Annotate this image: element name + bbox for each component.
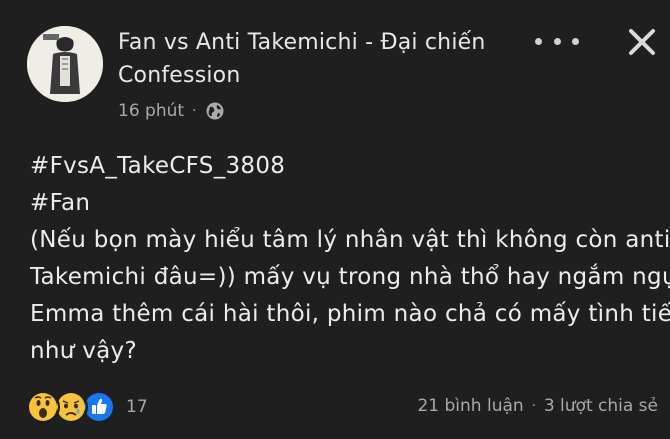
more-dot bbox=[535, 37, 542, 45]
more-dot bbox=[553, 37, 561, 45]
post-card: Fan vs Anti Takemichi - Đại chiến Confes… bbox=[0, 0, 670, 439]
post-text-line: (Nếu bọn mày hiểu tâm lý nhân vật thì kh… bbox=[30, 227, 670, 253]
post-body: #FvsA_TakeCFS_3808 #Fan (Nếu bọn mày hiể… bbox=[30, 148, 670, 370]
group-name-link[interactable]: Fan vs Anti Takemichi - Đại chiến Confes… bbox=[118, 26, 528, 92]
post-footer: 17 21 bình luận · 3 lượt chia sẻ bbox=[0, 390, 670, 430]
post-text-line: như vậy? bbox=[30, 338, 137, 364]
globe-icon[interactable] bbox=[205, 101, 225, 121]
reactions-summary[interactable]: 17 bbox=[26, 390, 148, 424]
more-options-button[interactable] bbox=[535, 28, 579, 54]
post-time[interactable]: 16 phút bbox=[118, 101, 184, 121]
post-hashtag[interactable]: #FvsA_TakeCFS_3808 bbox=[30, 148, 660, 185]
post-text-line: Emma thêm cái hài thôi, phim nào chả có … bbox=[30, 301, 670, 327]
post-hashtag[interactable]: #Fan bbox=[30, 185, 660, 222]
reaction-count: 17 bbox=[126, 397, 148, 417]
avatar-image bbox=[27, 26, 103, 102]
comments-link[interactable]: 21 bình luận bbox=[417, 396, 523, 416]
post-stats: 21 bình luận · 3 lượt chia sẻ bbox=[417, 396, 658, 416]
close-icon[interactable] bbox=[622, 22, 662, 62]
meta-separator: · bbox=[192, 103, 197, 119]
post-text-line: Takemichi đâu=)) mấy vụ trong nhà thổ ha… bbox=[30, 264, 670, 290]
group-avatar[interactable] bbox=[27, 26, 103, 102]
wow-reaction-icon bbox=[26, 390, 60, 424]
shares-link[interactable]: 3 lượt chia sẻ bbox=[544, 396, 658, 416]
stats-separator: · bbox=[531, 398, 536, 414]
post-meta: 16 phút · bbox=[118, 98, 225, 124]
more-dot bbox=[572, 37, 579, 45]
